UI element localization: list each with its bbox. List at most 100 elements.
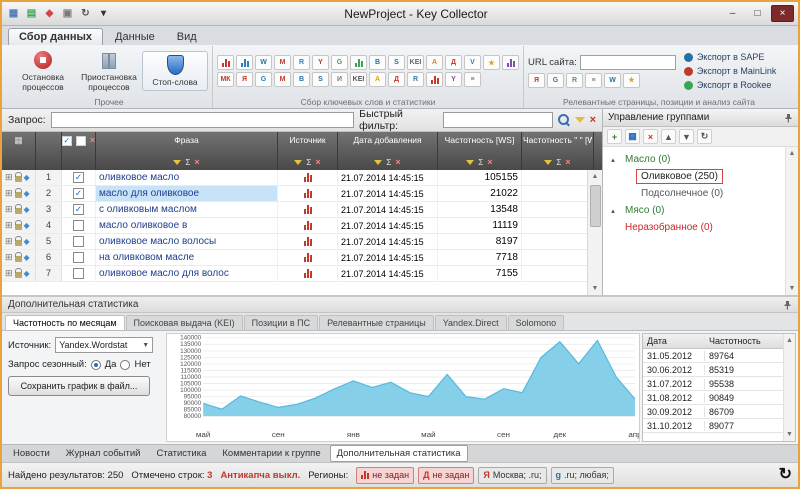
- expand-icon[interactable]: ⊞: [5, 189, 13, 198]
- expand-icon[interactable]: ⊞: [5, 253, 13, 262]
- bottom-tab[interactable]: Дополнительная статистика: [330, 445, 468, 462]
- stats-tab[interactable]: Релевантные страницы: [319, 315, 434, 330]
- service-icon[interactable]: Y: [312, 55, 329, 70]
- service-icon[interactable]: Д: [388, 72, 405, 87]
- column-header-ws2[interactable]: Частотность " " [WS]Σ×: [522, 132, 594, 170]
- clear-filter-icon[interactable]: ×: [194, 158, 199, 167]
- stats-tab[interactable]: Частотность по месяцам: [5, 315, 125, 330]
- export-button[interactable]: Экспорт в MainLink: [684, 66, 777, 76]
- clear-filter-icon[interactable]: ×: [395, 158, 400, 167]
- filter-funnel-icon[interactable]: [173, 160, 181, 165]
- group-tree-item[interactable]: ▴Масло (0): [605, 151, 783, 168]
- clear-filter-icon[interactable]: ×: [315, 158, 320, 167]
- site-service-icon[interactable]: G: [547, 73, 564, 88]
- service-icon[interactable]: [236, 55, 253, 70]
- shield-icon[interactable]: ▦: [625, 129, 640, 144]
- refresh-groups-icon[interactable]: ↻: [697, 129, 712, 144]
- clear-filter-icon[interactable]: ×: [487, 158, 492, 167]
- quick-access-icon-4[interactable]: ↻: [78, 6, 93, 21]
- bottom-tab[interactable]: Новости: [6, 445, 57, 462]
- service-icon[interactable]: Я: [236, 72, 253, 87]
- region-badge[interactable]: Дне задан: [418, 467, 474, 484]
- maximize-button[interactable]: □: [746, 5, 769, 22]
- region-badge[interactable]: g.ru; любая;: [551, 467, 614, 484]
- service-icon[interactable]: B: [293, 72, 310, 87]
- service-icon[interactable]: W: [255, 55, 272, 70]
- service-icon[interactable]: [426, 72, 443, 87]
- bottom-tab[interactable]: Комментарии к группе: [215, 445, 327, 462]
- filter-funnel-icon[interactable]: [466, 160, 474, 165]
- pause-processes-button[interactable]: Приостановка процессов: [76, 46, 142, 96]
- expand-icon[interactable]: ⊞: [5, 221, 13, 230]
- phrase-cell[interactable]: оливковое масло волосы: [96, 234, 278, 249]
- expand-icon[interactable]: ⊞: [5, 173, 13, 182]
- column-header-phrase[interactable]: ФразаΣ×: [96, 132, 278, 170]
- service-icon[interactable]: S: [312, 72, 329, 87]
- row-checkbox[interactable]: ✓: [73, 188, 84, 199]
- region-badge[interactable]: не задан: [356, 467, 414, 484]
- service-icon[interactable]: M: [274, 55, 291, 70]
- refresh-icon[interactable]: ↻: [779, 467, 792, 483]
- phrase-cell[interactable]: с оливковым маслом: [96, 202, 278, 217]
- quick-access-icon-1[interactable]: ▤: [24, 6, 39, 21]
- table-row[interactable]: ⊞◆7оливковое масло для волос21.07.2014 1…: [2, 266, 602, 282]
- stats-tab[interactable]: Solomono: [508, 315, 565, 330]
- stop-words-button[interactable]: Стоп-слова: [142, 51, 208, 91]
- group-tree-item[interactable]: Подсолнечное (0): [605, 185, 783, 202]
- add-group-icon[interactable]: +: [607, 129, 622, 144]
- row-checkbox[interactable]: [73, 220, 84, 231]
- service-icon[interactable]: [217, 55, 234, 70]
- scroll-up-icon[interactable]: ▲: [592, 170, 599, 183]
- filter-funnel-icon[interactable]: [294, 160, 302, 165]
- table-row[interactable]: ⊞◆3✓с оливковым маслом21.07.2014 14:45:1…: [2, 202, 602, 218]
- stats-tab[interactable]: Позиции в ПС: [244, 315, 319, 330]
- sum-icon[interactable]: Σ: [478, 158, 483, 167]
- site-service-icon[interactable]: Я: [528, 73, 545, 88]
- query-input[interactable]: [51, 112, 354, 128]
- phrase-cell[interactable]: на оливковом масле: [96, 250, 278, 265]
- service-icon[interactable]: Y: [445, 72, 462, 87]
- ribbon-tab[interactable]: Данные: [105, 29, 165, 45]
- service-icon[interactable]: B: [369, 55, 386, 70]
- scroll-up-icon[interactable]: ▲: [789, 147, 796, 160]
- quick-access-icon-3[interactable]: ▣: [60, 6, 75, 21]
- table-row[interactable]: ⊞◆2✓масло для оливковое21.07.2014 14:45:…: [2, 186, 602, 202]
- ribbon-tab[interactable]: Сбор данных: [8, 28, 103, 45]
- service-icon[interactable]: ≡: [464, 72, 481, 87]
- sum-icon[interactable]: Σ: [386, 158, 391, 167]
- site-service-icon[interactable]: ≡: [585, 73, 602, 88]
- stats-tab[interactable]: Поисковая выдача (KEI): [126, 315, 243, 330]
- expand-triangle-icon[interactable]: ▴: [609, 156, 617, 164]
- quick-access-icon-2[interactable]: ◆: [42, 6, 57, 21]
- table-row[interactable]: ⊞◆5оливковое масло волосы21.07.2014 14:4…: [2, 234, 602, 250]
- save-chart-button[interactable]: Сохранить график в файл...: [8, 376, 150, 396]
- seasonal-no-radio[interactable]: [120, 360, 130, 370]
- group-tree-item[interactable]: Оливковое (250): [605, 168, 783, 185]
- service-icon[interactable]: [502, 55, 519, 70]
- expand-icon[interactable]: ⊞: [5, 237, 13, 246]
- service-icon[interactable]: МК: [217, 72, 234, 87]
- expand-icon[interactable]: ⊞: [5, 205, 13, 214]
- phrase-cell[interactable]: оливковое масло для волос: [96, 266, 278, 281]
- site-url-input[interactable]: [580, 55, 676, 70]
- filter-funnel-icon[interactable]: [575, 117, 585, 123]
- site-service-icon[interactable]: ★: [623, 73, 640, 88]
- column-header-date[interactable]: Дата добавленияΣ×: [338, 132, 438, 170]
- filter-funnel-icon[interactable]: [374, 160, 382, 165]
- service-icon[interactable]: A: [426, 55, 443, 70]
- service-icon[interactable]: А: [369, 72, 386, 87]
- service-icon[interactable]: И: [331, 72, 348, 87]
- region-badge[interactable]: ЯМосква; .ru;: [478, 467, 546, 484]
- stats-tab[interactable]: Yandex.Direct: [435, 315, 507, 330]
- clear-filter-icon[interactable]: ×: [565, 158, 570, 167]
- seasonal-yes-radio[interactable]: [91, 360, 101, 370]
- service-icon[interactable]: KEI: [350, 72, 367, 87]
- table-vertical-scrollbar[interactable]: ▲ ▼: [587, 170, 602, 295]
- search-icon[interactable]: [558, 114, 570, 127]
- site-service-icon[interactable]: R: [566, 73, 583, 88]
- scroll-down-icon[interactable]: ▼: [789, 282, 796, 295]
- move-up-icon[interactable]: ▲: [661, 129, 676, 144]
- row-checkbox[interactable]: [73, 268, 84, 279]
- phrase-cell[interactable]: масло для оливковое: [96, 186, 278, 201]
- service-icon[interactable]: G: [255, 72, 272, 87]
